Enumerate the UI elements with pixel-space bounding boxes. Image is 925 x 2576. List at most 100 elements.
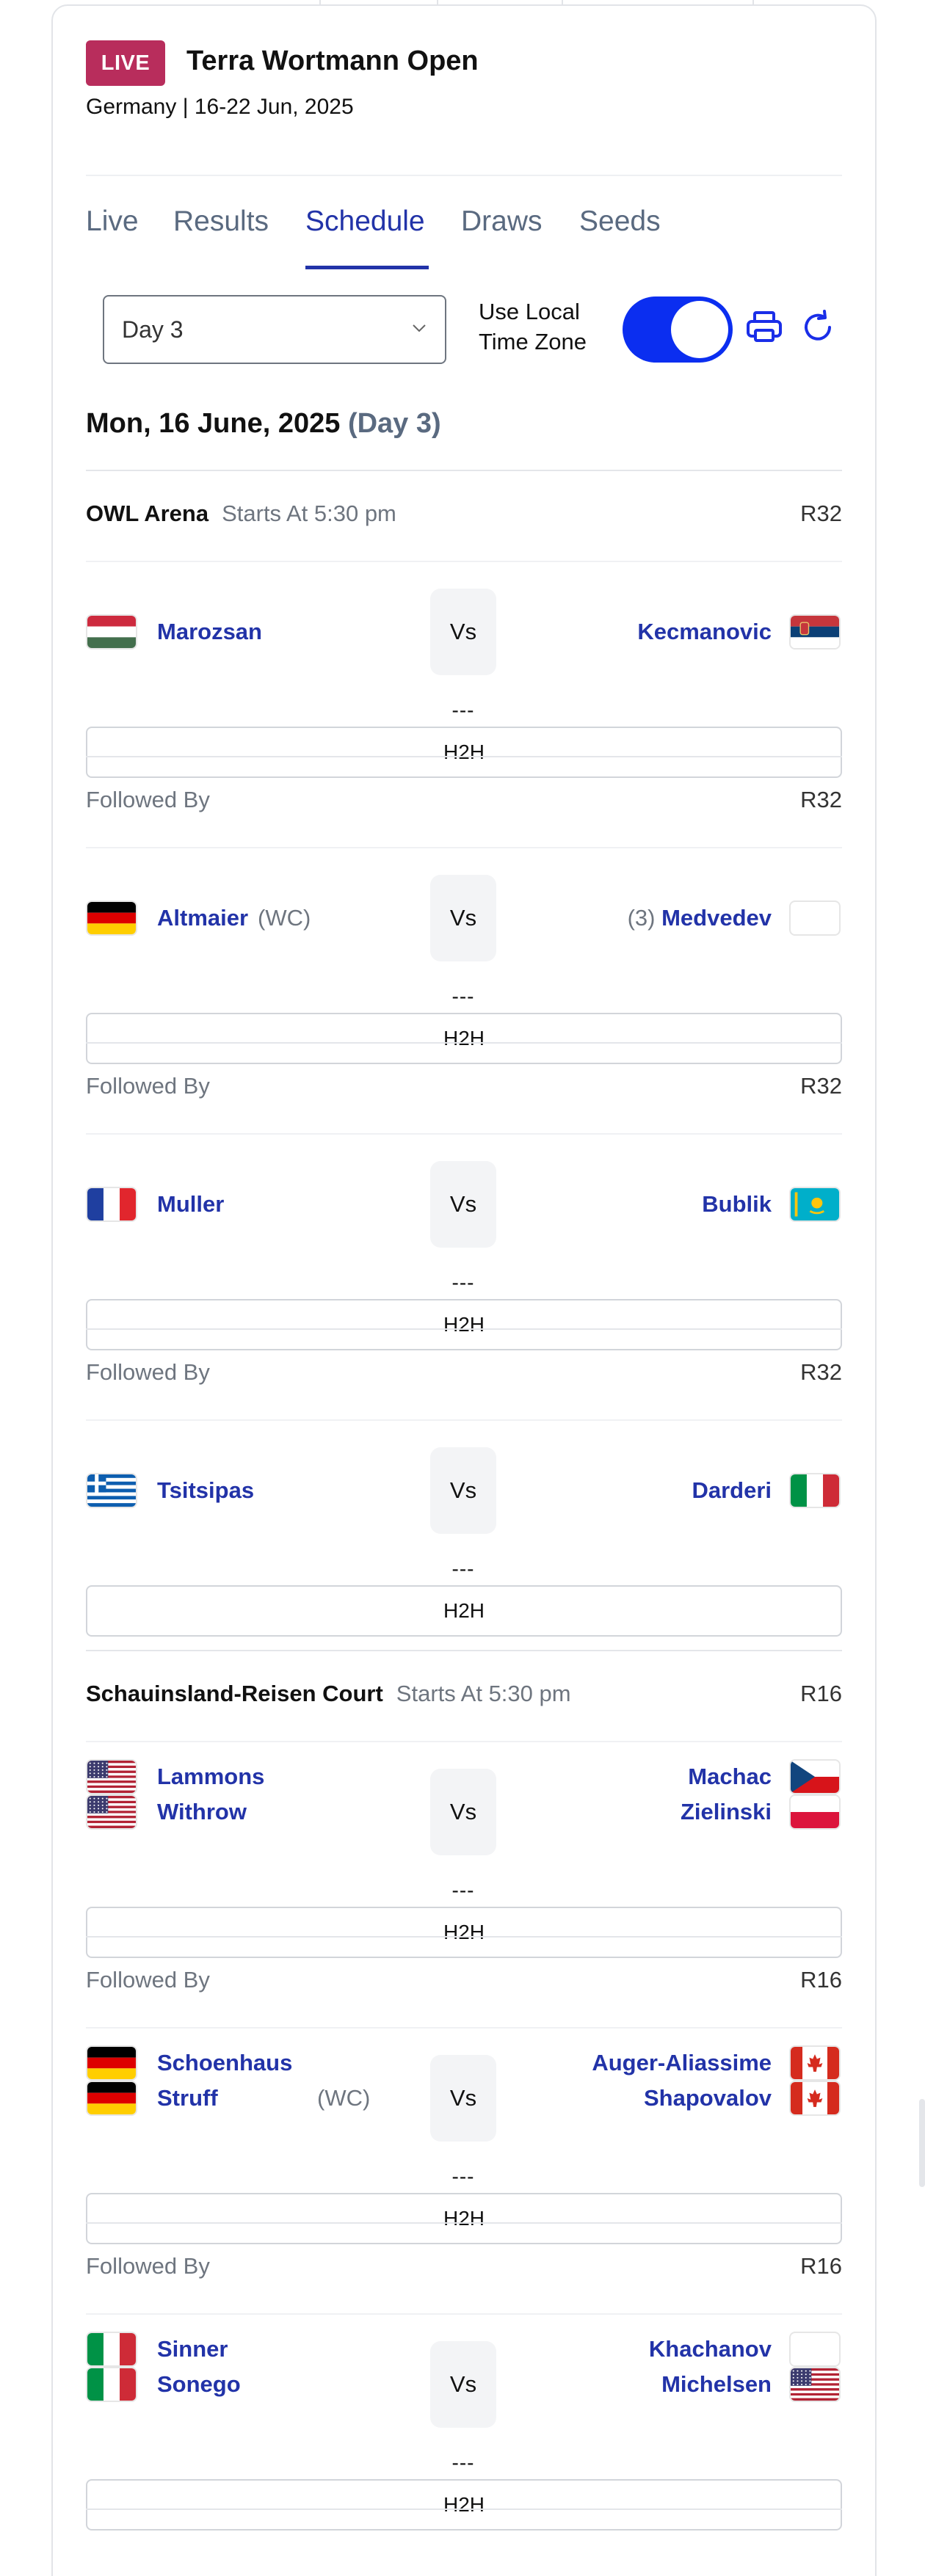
player-name-right[interactable]: Shapovalov xyxy=(644,2085,772,2111)
player-name-left[interactable]: Marozsan xyxy=(157,619,262,645)
player-name-text: Shapovalov xyxy=(644,2085,772,2111)
player-name-text: Auger-Aliassime xyxy=(592,2050,772,2075)
score-placeholder: --- xyxy=(451,1879,475,1902)
vs-badge: Vs xyxy=(430,1769,496,1855)
h2h-button[interactable]: H2H xyxy=(86,727,842,778)
header-divider xyxy=(86,175,842,176)
player-name-left[interactable]: Lammons xyxy=(157,1764,264,1790)
court-header: OWL Arena Starts At 5:30 pm xyxy=(86,501,396,527)
flag-italy-icon xyxy=(86,2367,137,2402)
vs-badge: Vs xyxy=(430,2341,496,2428)
player-name-right[interactable]: Kecmanovic xyxy=(637,619,772,645)
flag-italy-icon xyxy=(789,1473,841,1508)
print-icon[interactable] xyxy=(744,307,785,348)
player-name-left[interactable]: Sinner xyxy=(157,2336,228,2362)
vs-badge: Vs xyxy=(430,2055,496,2142)
player-name-left[interactable]: Sonego xyxy=(157,2371,241,2398)
player-name-left[interactable]: Schoenhaus xyxy=(157,2050,292,2076)
player-name-left[interactable]: Struff xyxy=(157,2085,218,2111)
header-row-divider xyxy=(86,1133,842,1135)
h2h-button[interactable]: H2H xyxy=(86,1585,842,1637)
tab-results[interactable]: Results xyxy=(173,205,269,238)
tab-schedule[interactable]: Schedule xyxy=(305,205,425,238)
h2h-button[interactable]: H2H xyxy=(86,1013,842,1064)
player-name-left[interactable]: Altmaier xyxy=(157,905,248,931)
player-name-right[interactable]: Darderi xyxy=(692,1477,772,1504)
header-row-divider xyxy=(86,1419,842,1421)
flag-germany-icon xyxy=(86,900,137,936)
player-name-right[interactable]: Auger-Aliassime xyxy=(592,2050,772,2076)
live-badge[interactable]: LIVE xyxy=(86,40,165,86)
score-placeholder: --- xyxy=(451,1557,475,1580)
player-name-text: Darderi xyxy=(692,1477,772,1503)
match-divider xyxy=(86,1650,842,1651)
player-name-left[interactable]: Muller xyxy=(157,1191,224,1218)
player-name-left[interactable]: Tsitsipas xyxy=(157,1477,254,1504)
flag-usa-icon xyxy=(86,1794,137,1830)
score-placeholder: --- xyxy=(451,2165,475,2188)
player-name-right[interactable]: Bublik xyxy=(702,1191,772,1218)
tournament-title: Terra Wortmann Open xyxy=(186,46,479,76)
flag-kazakhstan-icon xyxy=(789,1187,841,1222)
player-name-text: Zielinski xyxy=(680,1799,772,1824)
player-name-left[interactable]: Withrow xyxy=(157,1799,247,1825)
round-label: R32 xyxy=(800,501,842,526)
chevron-down-icon xyxy=(413,324,426,332)
header-row-divider xyxy=(86,2313,842,2315)
day-select-value: Day 3 xyxy=(122,316,184,343)
court-header: Schauinsland-Reisen Court Starts At 5:30 … xyxy=(86,1681,571,1707)
followed-by-label: Followed By xyxy=(86,1359,210,1385)
court-name: Schauinsland-Reisen Court xyxy=(86,1681,383,1706)
followed-by-label: Followed By xyxy=(86,1073,210,1099)
followed-by-label: Followed By xyxy=(86,787,210,812)
vs-badge: Vs xyxy=(430,1161,496,1248)
scrollbar[interactable] xyxy=(919,2099,925,2187)
flag-poland-icon xyxy=(789,1794,841,1830)
player-name-right[interactable]: Machac xyxy=(688,1764,772,1790)
player-name-text: Michelsen xyxy=(661,2371,772,2397)
player-name-right[interactable]: Michelsen xyxy=(661,2371,772,2398)
player-name-text: Khachanov xyxy=(648,2336,772,2362)
tab-live[interactable]: Live xyxy=(86,205,139,238)
active-tab-indicator xyxy=(305,266,429,269)
flag-greece-icon xyxy=(86,1473,137,1508)
flag-canada-icon xyxy=(789,2081,841,2116)
vs-badge: Vs xyxy=(430,875,496,961)
flag-usa-icon xyxy=(86,1759,137,1794)
match-divider xyxy=(86,756,842,757)
score-placeholder: --- xyxy=(451,1271,475,1294)
h2h-button[interactable]: H2H xyxy=(86,2193,842,2244)
day-select[interactable]: Day 3 xyxy=(103,295,446,364)
round-label: R32 xyxy=(800,1073,842,1099)
header-row-divider xyxy=(86,847,842,848)
tab-seeds[interactable]: Seeds xyxy=(579,205,661,238)
toggle-knob xyxy=(671,301,728,358)
player-name-right[interactable]: (3) Medvedev xyxy=(628,905,772,931)
match-divider xyxy=(86,1042,842,1044)
match-divider xyxy=(86,1328,842,1330)
player-name-right[interactable]: Zielinski xyxy=(681,1799,772,1825)
h2h-button[interactable]: H2H xyxy=(86,1299,842,1350)
court-name: OWL Arena xyxy=(86,501,209,526)
local-time-zone-toggle[interactable] xyxy=(623,296,733,363)
match-divider xyxy=(86,1936,842,1938)
court-start-time: Starts At 5:30 pm xyxy=(396,1681,571,1706)
flag-germany-icon xyxy=(86,2045,137,2081)
match-divider xyxy=(86,470,842,471)
round-label: R32 xyxy=(800,787,842,812)
player-name-right[interactable]: Khachanov xyxy=(649,2336,772,2362)
h2h-button[interactable]: H2H xyxy=(86,1907,842,1958)
vs-badge: Vs xyxy=(430,589,496,675)
round-label: R16 xyxy=(800,1681,842,1706)
flag-none-icon xyxy=(789,2332,841,2367)
player-entry-tag: (WC) xyxy=(317,2085,371,2111)
followed-by-label: Followed By xyxy=(86,1967,210,1993)
refresh-icon[interactable] xyxy=(797,307,838,348)
score-placeholder: --- xyxy=(451,985,475,1008)
match-divider xyxy=(86,2508,842,2510)
followed-by-label: Followed By xyxy=(86,2253,210,2279)
h2h-button[interactable]: H2H xyxy=(86,2479,842,2530)
tab-draws[interactable]: Draws xyxy=(461,205,543,238)
header-row-divider xyxy=(86,1741,842,1742)
player-seed: (3) xyxy=(627,905,656,931)
